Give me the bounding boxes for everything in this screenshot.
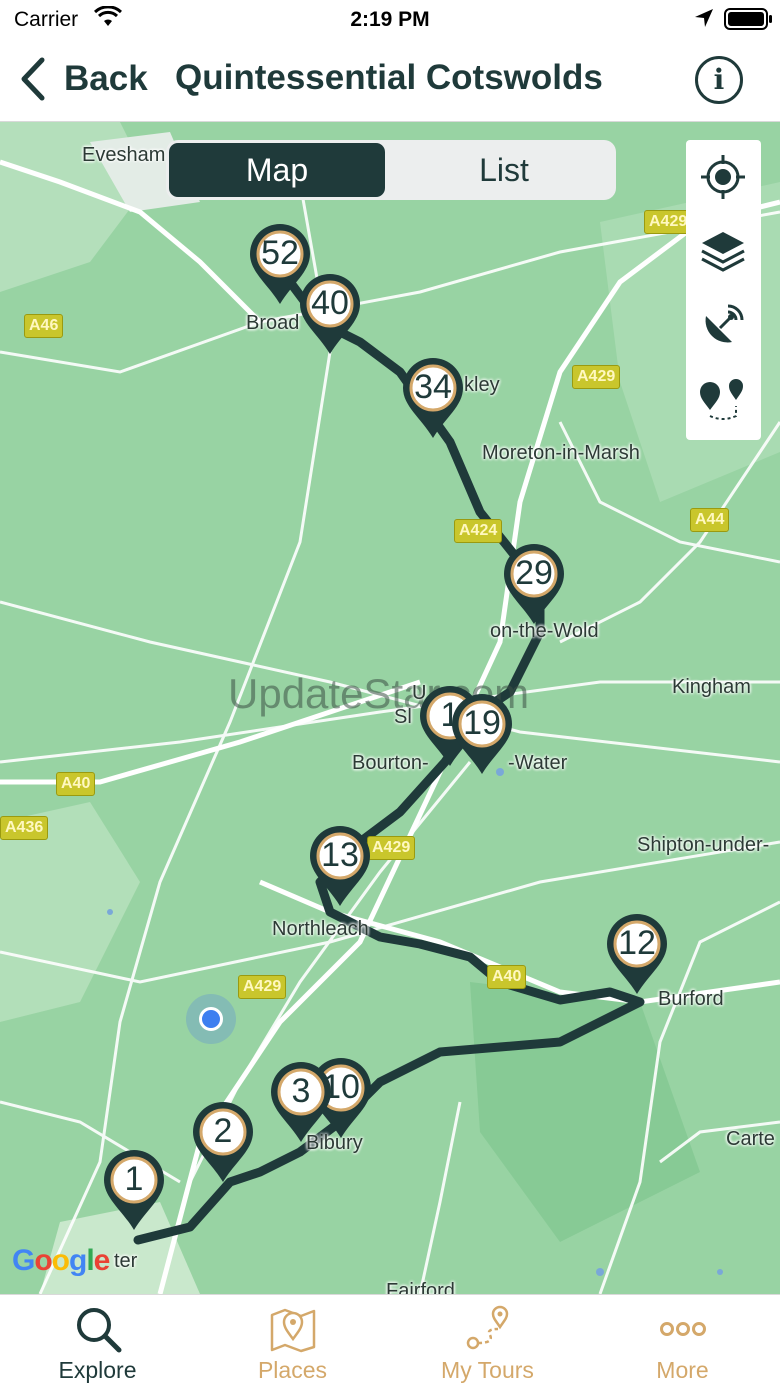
satellite-dish-icon[interactable]	[698, 300, 748, 350]
info-icon[interactable]: i	[695, 56, 743, 104]
tour-stop-pin[interactable]: 1	[102, 1148, 166, 1232]
pin-number: 2	[213, 1112, 233, 1150]
road-label: A46	[24, 314, 64, 338]
place-label: ter	[114, 1250, 138, 1272]
road-label: A424	[454, 519, 503, 543]
tab-label: More	[656, 1357, 709, 1383]
place-label: Carte	[726, 1128, 775, 1150]
road-label: A429	[367, 836, 416, 860]
tab-more[interactable]: More	[585, 1295, 780, 1387]
pin-number: 12	[618, 924, 656, 962]
pin-number: 52	[261, 234, 299, 272]
place-label: Broad	[246, 312, 300, 334]
google-logo: Google	[12, 1244, 110, 1277]
place-label: -Water	[508, 752, 568, 774]
tour-stop-pin[interactable]: 2	[191, 1100, 255, 1184]
pin-number: 13	[321, 836, 359, 874]
status-time: 2:19 PM	[350, 8, 430, 31]
search-icon	[77, 1308, 122, 1353]
road-label: A429	[238, 975, 287, 999]
tour-stop-pin[interactable]: 3	[269, 1060, 333, 1144]
map-tab-button[interactable]: Map	[169, 143, 385, 197]
page-title: Quintessential Cotswolds	[175, 58, 603, 97]
road-label: A436	[0, 816, 49, 840]
tour-stop-pin[interactable]: 12	[605, 912, 669, 996]
tab-label: Places	[257, 1357, 328, 1383]
route-pins-icon[interactable]	[698, 374, 748, 424]
locate-icon[interactable]	[698, 152, 748, 202]
road-label: A40	[487, 965, 527, 989]
tour-stop-pin[interactable]: 19	[450, 692, 514, 776]
chevron-left-icon	[21, 57, 45, 101]
list-tab-button[interactable]: List	[396, 143, 612, 197]
location-arrow-icon	[695, 9, 713, 27]
road-label: A40	[56, 772, 96, 796]
back-button[interactable]: Back	[20, 54, 148, 104]
pin-number: 3	[291, 1072, 311, 1110]
pin-number: 29	[515, 554, 553, 592]
place-label: Fairford	[386, 1280, 455, 1294]
road-label: A429	[572, 365, 621, 389]
place-label: Sl	[394, 706, 412, 728]
pin-number: 40	[311, 284, 349, 322]
road-label: A44	[690, 508, 730, 532]
tab-label: Explore	[58, 1357, 137, 1383]
back-label: Back	[64, 59, 148, 98]
tour-stop-pin[interactable]: 40	[298, 272, 362, 356]
map-tools-panel	[686, 140, 761, 440]
place-label: Evesham	[82, 144, 166, 166]
place-label: Moreton-in-Marsh	[482, 442, 640, 464]
view-toggle: Map List	[166, 140, 616, 200]
more-dots-icon	[660, 1322, 706, 1336]
nav-bar: Back Quintessential Cotswolds i	[0, 40, 780, 122]
tab-label: My Tours	[441, 1357, 534, 1383]
pin-number: 34	[414, 368, 452, 406]
tour-stop-pin[interactable]: 29	[502, 542, 566, 626]
battery-icon	[724, 8, 772, 30]
user-location-dot	[186, 994, 236, 1044]
map-pin-icon	[270, 1308, 316, 1353]
status-bar: Carrier 2:19 PM	[0, 0, 780, 40]
road-label: A429	[644, 210, 693, 234]
tour-stop-pin[interactable]: 13	[308, 824, 372, 908]
tab-bar: Explore Places My Tours More	[0, 1294, 780, 1387]
tour-stop-pin[interactable]: 34	[401, 356, 465, 440]
layers-icon[interactable]	[698, 226, 748, 276]
pin-number: 1	[124, 1160, 144, 1198]
tab-my-tours[interactable]: My Tours	[390, 1295, 585, 1387]
route-icon	[466, 1305, 509, 1350]
place-label: Northleach	[272, 918, 369, 940]
map-view[interactable]: UpdateStar.com Evesham Broad kley Moreto…	[0, 122, 780, 1294]
pin-number: 19	[463, 704, 501, 742]
tab-explore[interactable]: Explore	[0, 1295, 195, 1387]
place-label: Shipton-under-	[637, 834, 770, 856]
place-label: kley	[464, 374, 500, 396]
tab-places[interactable]: Places	[195, 1295, 390, 1387]
place-label: Kingham	[672, 676, 751, 698]
